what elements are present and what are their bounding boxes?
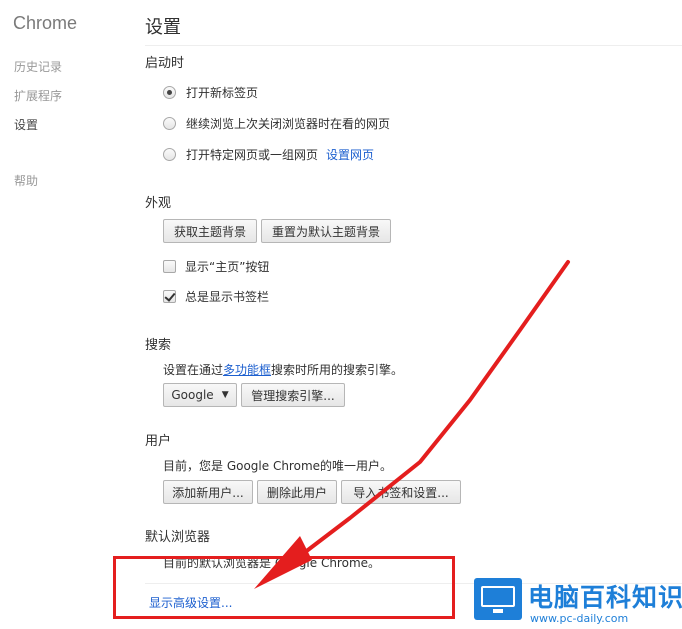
search-description: 设置在通过多功能框搜索时所用的搜索引擎。 [163,361,403,378]
search-desc-suffix: 搜索时所用的搜索引擎。 [271,363,404,377]
annotation-highlight-box [113,556,455,619]
startup-option-continue[interactable]: 继续浏览上次关闭浏览器时在看的网页 [163,115,390,132]
title-divider [145,45,682,46]
startup-option-label: 打开新标签页 [186,86,259,100]
startup-option-specific-pages[interactable]: 打开特定网页或一组网页 设置网页 [163,146,374,163]
search-desc-prefix: 设置在通过 [163,363,224,377]
sidebar-item-history[interactable]: 历史记录 [14,58,62,75]
checkbox-checked[interactable] [163,290,176,303]
sidebar-item-help[interactable]: 帮助 [14,172,38,189]
checkbox-label: 显示“主页”按钮 [185,260,270,274]
settings-main: 设置 启动时 打开新标签页 继续浏览上次关闭浏览器时在看的网页 打开特定网页或一… [145,0,682,629]
watermark: 电脑百科知识 www.pc-daily.com [472,568,682,629]
brand-title: Chrome [13,13,78,33]
startup-option-label: 继续浏览上次关闭浏览器时在看的网页 [186,117,391,131]
users-section-title: 用户 [145,434,172,449]
search-engine-value: Google [171,388,214,402]
add-user-button[interactable]: 添加新用户... [163,480,253,504]
get-themes-button[interactable]: 获取主题背景 [163,219,257,243]
sidebar: Chrome 历史记录 扩展程序 设置 帮助 [0,0,130,629]
sidebar-item-settings[interactable]: 设置 [14,116,38,133]
set-pages-link[interactable]: 设置网页 [326,146,374,163]
page-title: 设置 [145,17,181,38]
import-bookmarks-button[interactable]: 导入书签和设置... [341,480,461,504]
users-description: 目前，您是 Google Chrome的唯一用户。 [163,459,393,473]
sidebar-item-extensions[interactable]: 扩展程序 [14,87,62,104]
startup-option-label: 打开特定网页或一组网页 [186,148,319,162]
omnibox-link[interactable]: 多功能框 [223,363,271,377]
show-bookmarks-bar-option[interactable]: 总是显示书签栏 [163,288,269,305]
default-browser-section-title: 默认浏览器 [145,530,211,545]
watermark-url: www.pc-daily.com [530,612,629,625]
radio-button-checked[interactable] [163,86,176,99]
startup-option-new-tab[interactable]: 打开新标签页 [163,84,258,101]
appearance-section-title: 外观 [145,196,172,211]
startup-section-title: 启动时 [145,56,185,71]
manage-search-engines-button[interactable]: 管理搜索引擎... [241,383,345,407]
reset-theme-button[interactable]: 重置为默认主题背景 [261,219,391,243]
search-engine-select[interactable]: Google ▼ [163,383,237,407]
search-section-title: 搜索 [145,338,172,353]
checkbox[interactable] [163,260,176,273]
show-home-button-option[interactable]: 显示“主页”按钮 [163,258,269,275]
watermark-title: 电脑百科知识 [528,583,682,612]
caret-down-icon: ▼ [221,390,229,400]
radio-button[interactable] [163,148,176,161]
delete-user-button[interactable]: 删除此用户 [257,480,337,504]
monitor-logo-icon [474,578,522,620]
checkbox-label: 总是显示书签栏 [185,290,270,304]
radio-button[interactable] [163,117,176,130]
